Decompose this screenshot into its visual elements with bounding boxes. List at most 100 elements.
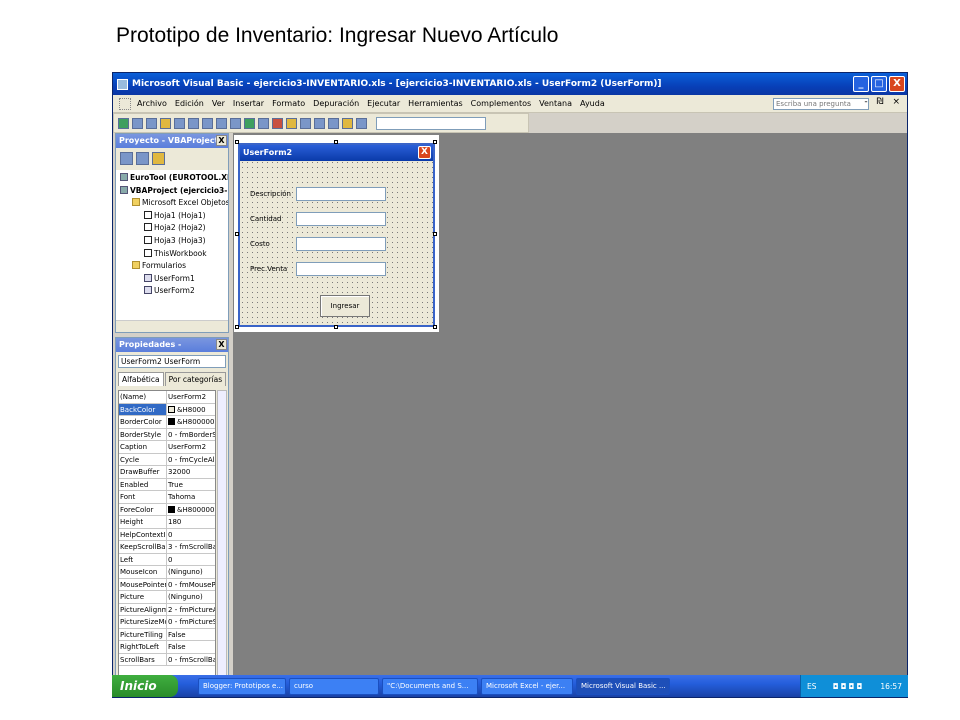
resize-handle[interactable] [433, 232, 437, 236]
property-value[interactable]: UserForm2 [167, 391, 215, 403]
property-value[interactable]: (Ninguno) [167, 566, 215, 578]
pause-icon[interactable] [258, 117, 269, 129]
taskbar-button[interactable]: Microsoft Visual Basic ... [576, 677, 670, 695]
resize-handle[interactable] [235, 232, 239, 236]
find-icon[interactable] [202, 117, 213, 129]
tree-item[interactable]: Hoja1 (Hoja1) [116, 210, 228, 223]
undo-icon[interactable] [216, 117, 227, 129]
property-value[interactable]: 32000 [167, 466, 215, 478]
textbox-descripcin[interactable] [296, 187, 386, 201]
maximize-button[interactable]: □ [871, 76, 887, 92]
tree-item[interactable]: Hoja2 (Hoja2) [116, 222, 228, 235]
menu-item-depuracin[interactable]: Depuración [313, 99, 359, 108]
window-titlebar[interactable]: Microsoft Visual Basic - ejercicio3-INVE… [113, 73, 907, 95]
property-row[interactable]: Cycle0 - fmCycleAllF [119, 453, 215, 466]
property-value[interactable]: 0 - fmPictureSi [167, 616, 215, 628]
property-row[interactable]: Caption UserForm2 [119, 441, 215, 454]
property-value[interactable]: Tahoma [167, 491, 215, 503]
menu-item-archivo[interactable]: Archivo [137, 99, 167, 108]
run-icon[interactable] [244, 117, 255, 129]
property-value[interactable]: 3 - fmScrollBar [167, 541, 215, 553]
menu-item-ayuda[interactable]: Ayuda [580, 99, 605, 108]
toggle-folders-icon[interactable] [152, 152, 165, 165]
save-icon[interactable] [146, 117, 157, 129]
help-icon[interactable] [356, 117, 367, 129]
property-value[interactable]: False [167, 629, 215, 641]
copy-icon[interactable] [174, 117, 185, 129]
userform2[interactable]: UserForm2 X Descripción Cantidad Costo Prec… [238, 143, 435, 327]
object-selector[interactable]: UserForm2 UserForm [118, 355, 226, 368]
property-row[interactable]: (Name) UserForm2 [119, 391, 215, 404]
property-row[interactable]: Left 0 [119, 553, 215, 566]
property-value[interactable]: &H8000 [167, 404, 215, 416]
property-row[interactable]: PictureTiling False [119, 628, 215, 641]
language-indicator[interactable]: ES [807, 682, 817, 691]
taskbar-button[interactable]: curso [289, 677, 379, 695]
tree-item[interactable]: EuroTool (EUROTOOL.XLA [116, 172, 228, 185]
toolbox-icon[interactable] [342, 117, 353, 129]
property-value[interactable]: True [167, 479, 215, 491]
property-value[interactable]: 0 [167, 554, 215, 566]
textbox-costo[interactable] [296, 237, 386, 251]
project-panel-close-button[interactable]: X [216, 135, 227, 146]
menu-item-ventana[interactable]: Ventana [539, 99, 572, 108]
property-row[interactable]: MouseIcon (Ninguno) [119, 566, 215, 579]
property-value[interactable]: 0 - fmCycleAllF [167, 454, 215, 466]
resize-handle[interactable] [334, 140, 338, 144]
menu-item-ver[interactable]: Ver [212, 99, 225, 108]
property-value[interactable]: 0 - fmMousePo [167, 579, 215, 591]
property-row[interactable]: RightToLeft False [119, 641, 215, 654]
tree-item[interactable]: VBAProject (ejercicio3-I [116, 185, 228, 198]
tree-item[interactable]: ThisWorkbook [116, 248, 228, 261]
property-row[interactable]: Height 180 [119, 516, 215, 529]
tree-item[interactable]: UserForm2 [116, 285, 228, 298]
property-row[interactable]: ForeColor &H8000001 [119, 503, 215, 516]
menu-item-ejecutar[interactable]: Ejecutar [367, 99, 400, 108]
resize-handle[interactable] [235, 140, 239, 144]
tab-alfabetica[interactable]: Alfabética [118, 372, 164, 386]
property-row[interactable]: BorderStyle 0 - fmBorderSt [119, 428, 215, 441]
property-row[interactable]: Picture (Ninguno) [119, 591, 215, 604]
menu-item-formato[interactable]: Formato [272, 99, 305, 108]
property-value[interactable]: 0 - fmBorderSt [167, 429, 215, 441]
resize-handle[interactable] [334, 325, 338, 329]
property-value[interactable]: &H8000001 [167, 504, 215, 516]
tab-por-categorias[interactable]: Por categorías [164, 372, 227, 386]
start-button[interactable]: Inicio [112, 675, 178, 697]
textbox-precventa[interactable] [296, 262, 386, 276]
cut-icon[interactable] [160, 117, 171, 129]
property-row[interactable]: PictureAlignmen2 - fmPictureAl [119, 603, 215, 616]
resize-handle[interactable] [235, 325, 239, 329]
properties-vertical-scrollbar[interactable] [217, 390, 227, 676]
property-row[interactable]: BackColor &H8000 [119, 403, 215, 416]
property-row[interactable]: MousePointer 0 - fmMousePo [119, 578, 215, 591]
property-value[interactable]: 180 [167, 516, 215, 528]
menu-item-herramientas[interactable]: Herramientas [408, 99, 463, 108]
property-row[interactable]: DrawBuffer 32000 [119, 466, 215, 479]
property-row[interactable]: ScrollBars 0 - fmScrollBar [119, 653, 215, 666]
reset-icon[interactable] [272, 117, 283, 129]
property-row[interactable]: HelpContextID 0 [119, 528, 215, 541]
property-value[interactable]: False [167, 641, 215, 653]
property-value[interactable]: &H8000001 [167, 416, 215, 428]
taskbar-button[interactable]: "C:\Documents and S... [382, 677, 478, 695]
taskbar-button[interactable]: Blogger: Prototipos e... [198, 677, 286, 695]
view-object-icon[interactable] [136, 152, 149, 165]
menu-item-edicin[interactable]: Edición [175, 99, 204, 108]
mdi-child-controls[interactable]: - ₪ × [864, 97, 903, 107]
ask-question-input[interactable]: Escriba una pregunta [773, 98, 869, 110]
design-mode-icon[interactable] [286, 117, 297, 129]
insert-module-icon[interactable] [132, 117, 143, 129]
redo-icon[interactable] [230, 117, 241, 129]
property-value[interactable]: UserForm2 [167, 441, 215, 453]
tree-item[interactable]: UserForm1 [116, 273, 228, 286]
property-row[interactable]: Enabled True [119, 478, 215, 491]
resize-handle[interactable] [433, 325, 437, 329]
menu-item-complementos[interactable]: Complementos [471, 99, 531, 108]
tree-item[interactable]: Formularios [116, 260, 228, 273]
tree-item[interactable]: Microsoft Excel Objetos [116, 197, 228, 210]
property-value[interactable]: 2 - fmPictureAl [167, 604, 215, 616]
property-value[interactable]: 0 [167, 529, 215, 541]
resize-handle[interactable] [433, 140, 437, 144]
ingresar-button[interactable]: Ingresar [320, 295, 370, 317]
